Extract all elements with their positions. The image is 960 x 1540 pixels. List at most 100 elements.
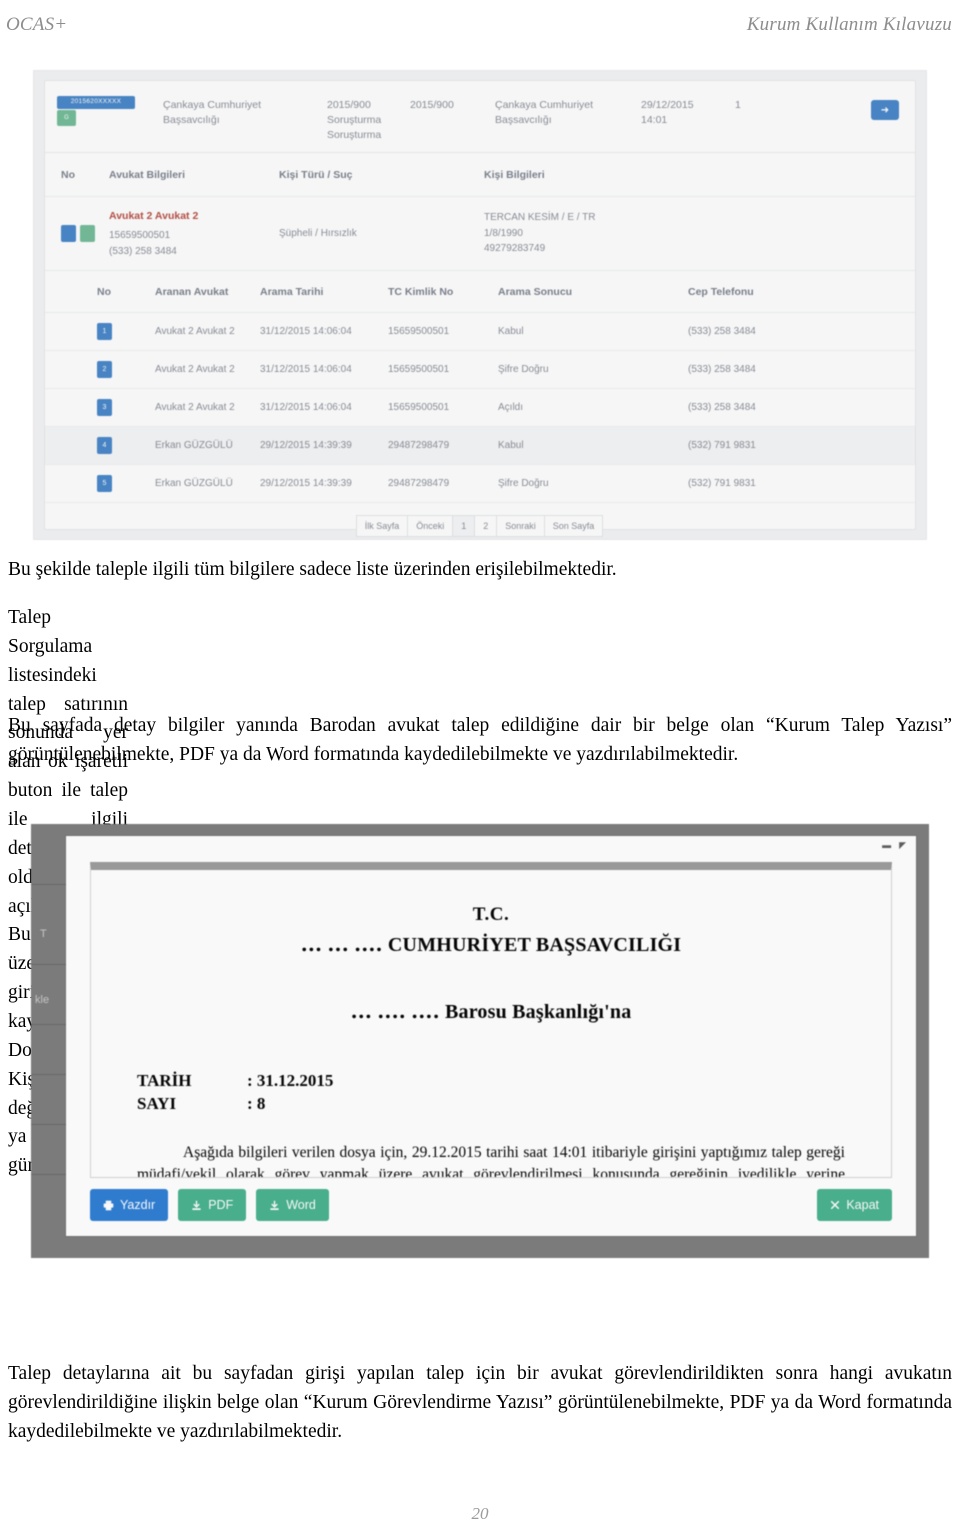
- row-no-cell: 3: [97, 399, 155, 416]
- cep-telefonu-cell: (532) 791 9831: [688, 478, 756, 489]
- row-no-cell: 2: [97, 361, 155, 378]
- row-number-badge: 4: [97, 437, 112, 454]
- col-kisi-bilgileri: Kişi Bilgileri: [484, 168, 545, 181]
- tc-kimlik-cell: 15659500501: [388, 326, 450, 337]
- pagination-item[interactable]: 1: [452, 515, 476, 537]
- arama-tarihi-cell: 29/12/2015 14:39:39: [260, 478, 352, 489]
- maximize-icon[interactable]: ◤: [899, 840, 906, 851]
- pagination-item[interactable]: Son Sayfa: [543, 515, 604, 537]
- arama-sonucu-cell: Kabul: [498, 326, 524, 337]
- col-cep-telefonu: Cep Telefonu: [688, 285, 754, 298]
- figure-kurum-talep-yazisi-screenshot: T kle ▬ ◤ T.C. ․․․ ․․․ ․․․․ CUMHURİYET B…: [31, 824, 929, 1258]
- aranan-avukat-cell: Erkan GÜZGÜLÜ: [155, 440, 233, 451]
- kapat-button[interactable]: Kapat: [817, 1189, 892, 1221]
- arama-table-body: 1 Avukat 2 Avukat 2 31/12/2015 14:06:04 156…: [45, 313, 915, 503]
- col-arama-no: No: [97, 285, 111, 298]
- row-number-badge: 2: [97, 361, 112, 378]
- edit-badge-icon[interactable]: [61, 225, 76, 242]
- row-number-badge: 5: [97, 475, 112, 492]
- arama-sonucu-cell: Şifre Doğru: [498, 364, 549, 375]
- ok-badge-icon[interactable]: [80, 225, 95, 242]
- summary-adet: 1: [735, 99, 741, 111]
- arama-tarihi-cell: 31/12/2015 14:06:04: [260, 364, 352, 375]
- tc-kimlik-cell: 29487298479: [388, 478, 450, 489]
- status-badge: G: [57, 110, 76, 126]
- col-aranan-avukat: Aranan Avukat: [155, 285, 229, 298]
- kisi-tc: 49279283749: [484, 243, 546, 255]
- aranan-avukat-cell: Avukat 2 Avukat 2: [155, 364, 235, 375]
- row-no-cell: 1: [97, 323, 155, 340]
- summary-dosya-turu: 2015/900 Soruşturma Soruşturma: [327, 99, 382, 142]
- table-row[interactable]: 4 Erkan GÜZGÜLÜ 29/12/2015 14:39:39 2948729…: [45, 427, 915, 465]
- letter-savcilik: ․․․ ․․․ ․․․․ CUMHURİYET BAŞSAVCILIĞI: [300, 934, 682, 956]
- pagination[interactable]: İlk Sayfa Önceki 1 2 Sonraki Son Sayfa: [45, 515, 915, 537]
- col-avukat: Avukat Bilgileri: [109, 168, 186, 181]
- row-action-badges[interactable]: [61, 225, 109, 242]
- pagination-item[interactable]: Önceki: [407, 515, 454, 537]
- paragraph-4: Talep detaylarına ait bu sayfadan girişi…: [8, 1363, 952, 1442]
- header-left-title: OCAS+: [6, 14, 68, 35]
- avukat-adi: Avukat 2 Avukat 2: [109, 209, 199, 222]
- cep-telefonu-cell: (533) 258 3484: [688, 364, 756, 375]
- avukat-bilgileri-cell: Avukat 2 Avukat 2 15659500501 (533) 258 …: [109, 208, 279, 259]
- pdf-button[interactable]: PDF: [178, 1189, 247, 1221]
- tc-kimlik-cell: 15659500501: [388, 364, 450, 375]
- summary-tarih: 29/12/2015 14:01: [641, 99, 694, 127]
- running-header: OCAS+ Kurum Kullanım Kılavuzu: [0, 8, 960, 42]
- letter-modal: ▬ ◤ T.C. ․․․ ․․․ ․․․․ CUMHURİYET BAŞSAVC…: [66, 836, 916, 1236]
- word-button[interactable]: Word: [256, 1189, 329, 1221]
- printer-icon: [103, 1200, 114, 1210]
- kisi-dogum: 1/8/1990: [484, 227, 523, 239]
- summary-talep-eden: Çankaya Cumhuriyet Başsavcılığı: [495, 99, 594, 127]
- kisi-bilgileri-cell: TERCAN KESİM / E / TR 1/8/1990 492792837…: [484, 210, 724, 257]
- avukat-telefon: (533) 258 3484: [109, 245, 177, 257]
- header-right-title: Kurum Kullanım Kılavuzu: [746, 14, 952, 35]
- aranan-avukat-cell: Avukat 2 Avukat 2: [155, 326, 235, 337]
- arama-sonucu-cell: Kabul: [498, 440, 524, 451]
- table-row[interactable]: 3 Avukat 2 Avukat 2 31/12/2015 14:06:04 156…: [45, 389, 915, 427]
- modal-window-controls[interactable]: ▬ ◤: [882, 840, 906, 851]
- col-arama-sonucu: Arama Sonucu: [498, 285, 573, 298]
- row-number-badge: 3: [97, 399, 112, 416]
- detay-arrow-icon[interactable]: ➜: [871, 100, 899, 120]
- paragraph-1: Bu şekilde taleple ilgili tüm bilgilere …: [8, 559, 617, 580]
- kisi-adi: TERCAN KESİM / E / TR: [484, 212, 596, 224]
- row-no-cell: 4: [97, 437, 155, 454]
- arama-tarihi-cell: 29/12/2015 14:39:39: [260, 440, 352, 451]
- table-row[interactable]: 1 Avukat 2 Avukat 2 31/12/2015 14:06:04 156…: [45, 313, 915, 351]
- row-number-badge: 1: [97, 323, 112, 340]
- avukat-tc: 15659500501: [109, 230, 171, 242]
- minimize-icon[interactable]: ▬: [882, 840, 891, 851]
- kisi-turu-cell: Şüpheli / Hırsızlık: [279, 228, 357, 239]
- word-label: Word: [286, 1198, 316, 1212]
- letter-action-bar: Yazdır PDF Word Kapat: [90, 1188, 892, 1222]
- pagination-item[interactable]: 2: [474, 515, 498, 537]
- pagination-item[interactable]: İlk Sayfa: [355, 515, 409, 537]
- table-row[interactable]: 5 Erkan GÜZGÜLÜ 29/12/2015 14:39:39 2948729…: [45, 465, 915, 503]
- letter-body: Aşağıda bilgileri verilen dosya için, 29…: [137, 1143, 845, 1178]
- avukat-table-header: No Avukat Bilgileri Kişi Türü / Suç Kişi…: [45, 153, 915, 197]
- background-label-a: T: [40, 928, 47, 940]
- letter-tarih-label: TARİH: [137, 1071, 192, 1090]
- letter-sayi-value: : 8: [247, 1093, 266, 1113]
- yazdir-label: Yazdır: [120, 1198, 156, 1212]
- download-icon: [270, 1200, 279, 1210]
- arama-tarihi-cell: 31/12/2015 14:06:04: [260, 326, 352, 337]
- yazdir-button[interactable]: Yazdır: [90, 1189, 169, 1221]
- row-no-cell: 5: [97, 475, 155, 492]
- table-row[interactable]: 2 Avukat 2 Avukat 2 31/12/2015 14:06:04 156…: [45, 351, 915, 389]
- close-icon: [831, 1200, 840, 1210]
- cep-telefonu-cell: (533) 258 3484: [688, 402, 756, 413]
- figure-talep-list-screenshot: 2015620XXXXX G Çankaya Cumhuriyet Başsav…: [33, 70, 927, 540]
- tc-kimlik-cell: 29487298479: [388, 440, 450, 451]
- letter-tarih-value: : 31.12.2015: [247, 1071, 334, 1090]
- avukat-table-row: Avukat 2 Avukat 2 15659500501 (533) 258 …: [45, 197, 915, 271]
- arama-table-header: No Aranan Avukat Arama Tarihi TC Kimlik …: [45, 271, 915, 313]
- col-kisi-turu: Kişi Türü / Suç: [279, 168, 353, 181]
- summary-dosya-no: 2015/900: [410, 99, 454, 111]
- letter-tc: T.C.: [472, 904, 510, 925]
- summary-birim: Çankaya Cumhuriyet Başsavcılığı: [163, 99, 262, 127]
- kapat-label: Kapat: [846, 1198, 879, 1212]
- cep-telefonu-cell: (533) 258 3484: [688, 326, 756, 337]
- pagination-item[interactable]: Sonraki: [496, 515, 545, 537]
